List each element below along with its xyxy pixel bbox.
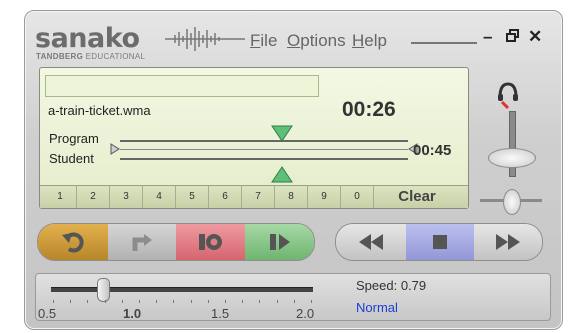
logo-subtitle: TANDBERG EDUCATIONAL	[36, 52, 146, 61]
total-time: 00:45	[413, 142, 452, 159]
speed-scale-tick	[70, 300, 72, 303]
normal-speed-link[interactable]: Normal	[356, 300, 398, 315]
bookmark-keypad: 1 2 3 4 5 6 7 8 9 0 Clear	[40, 185, 468, 208]
speed-scale-tick	[53, 300, 54, 303]
text-entry-field[interactable]	[45, 75, 319, 97]
track-middle	[120, 149, 408, 150]
start-marker-icon[interactable]	[110, 143, 120, 155]
speed-slider-track[interactable]	[51, 287, 313, 292]
return-arrow-icon	[132, 234, 152, 251]
key-0[interactable]: 0	[341, 186, 374, 208]
close-button[interactable]: ✕	[528, 27, 542, 47]
undo-arrow-icon	[62, 232, 84, 253]
speed-scale-tick	[259, 300, 261, 303]
sanako-player-window: sanako TANDBERG EDUCATIONAL File Options…	[24, 10, 563, 330]
clear-button[interactable]: Clear	[386, 186, 448, 208]
key-2[interactable]: 2	[77, 186, 110, 208]
speed-panel: 0.5 1.0 1.5 2.0 Speed: 0.79 Normal	[35, 273, 551, 321]
record-button[interactable]	[176, 224, 245, 260]
play-icon	[269, 234, 290, 250]
speed-scale-tick	[225, 300, 226, 303]
key-4[interactable]: 4	[143, 186, 176, 208]
student-track-label: Student	[49, 151, 94, 166]
speed-scale-tick	[190, 300, 192, 303]
menu-help[interactable]: Help	[352, 31, 387, 51]
key-9[interactable]: 9	[308, 186, 341, 208]
student-track[interactable]	[120, 158, 408, 160]
scale-label-max: 2.0	[296, 306, 315, 321]
volume-slider-knob[interactable]	[488, 148, 536, 168]
scale-label-mid: 1.5	[211, 306, 230, 321]
speed-scale-tick	[121, 300, 123, 303]
scale-label-normal: 1.0	[123, 306, 142, 321]
program-track[interactable]	[120, 140, 408, 142]
student-position-marker-icon[interactable]	[271, 166, 293, 183]
title-divider	[411, 42, 477, 44]
restore-icon	[506, 29, 519, 42]
speed-slider-thumb[interactable]	[96, 278, 110, 302]
waveform-icon	[165, 27, 245, 51]
recorder-controls	[37, 223, 315, 261]
return-button[interactable]	[108, 224, 176, 260]
rewind-button[interactable]	[336, 224, 406, 260]
restore-button[interactable]	[506, 29, 519, 45]
speed-scale-tick	[242, 300, 244, 303]
fast-forward-icon	[496, 234, 520, 250]
key-8[interactable]: 8	[275, 186, 308, 208]
speed-scale-tick	[139, 300, 140, 303]
filename-label: a-train-ticket.wma	[48, 103, 151, 118]
speed-scale-tick	[207, 300, 209, 303]
forward-button[interactable]	[474, 224, 542, 260]
elapsed-time: 00:26	[342, 98, 396, 121]
rewind-icon	[359, 234, 383, 250]
play-button[interactable]	[245, 224, 314, 260]
minimize-button[interactable]: –	[483, 27, 492, 47]
display-panel: a-train-ticket.wma 00:26 Program Student…	[39, 67, 469, 209]
repeat-button[interactable]	[38, 224, 108, 260]
headset-icon	[498, 82, 518, 110]
program-track-label: Program	[49, 131, 99, 146]
speed-scale-tick	[311, 300, 312, 303]
menu-options[interactable]: Options	[287, 31, 346, 51]
program-position-marker-icon[interactable]	[271, 125, 293, 142]
speed-scale-tick	[104, 300, 106, 303]
key-7[interactable]: 7	[242, 186, 275, 208]
record-icon	[198, 234, 222, 250]
speed-readout: Speed: 0.79	[356, 278, 427, 293]
speed-scale-tick	[276, 300, 278, 303]
scale-label-min: 0.5	[38, 306, 57, 321]
key-1[interactable]: 1	[44, 186, 77, 208]
balance-slider-knob[interactable]	[503, 189, 521, 215]
key-6[interactable]: 6	[209, 186, 242, 208]
menu-file[interactable]: File	[250, 31, 277, 51]
key-3[interactable]: 3	[110, 186, 143, 208]
speed-scale-tick	[173, 300, 175, 303]
sanako-logo: sanako	[35, 23, 140, 54]
stop-icon	[433, 235, 447, 249]
speed-scale-tick	[156, 300, 158, 303]
speed-scale-tick	[293, 300, 295, 303]
key-5[interactable]: 5	[176, 186, 209, 208]
playback-controls	[335, 223, 543, 261]
speed-scale-tick	[87, 300, 89, 303]
stop-button[interactable]	[406, 224, 474, 260]
